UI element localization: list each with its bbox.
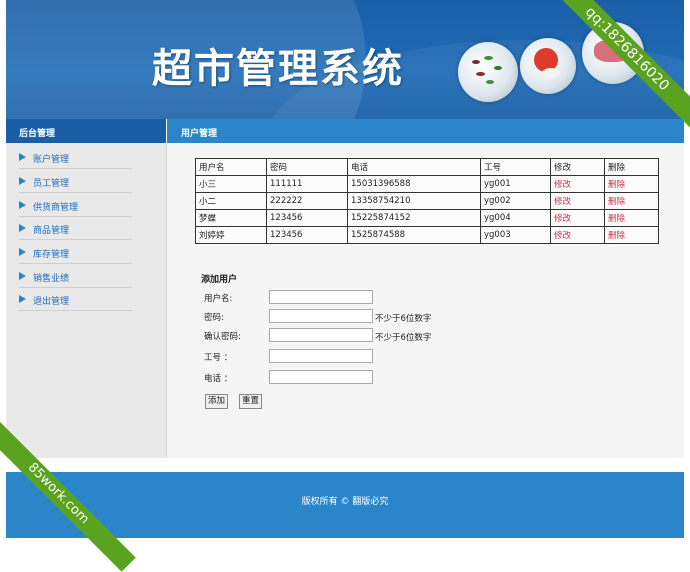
cell-password: 111111	[266, 175, 348, 193]
empno-input[interactable]	[269, 349, 373, 363]
cell-empno: yg002	[480, 192, 551, 210]
sidebar-item-label: 库存管理	[33, 250, 70, 260]
column-header: 修改	[550, 158, 605, 176]
arrow-right-icon	[19, 201, 26, 209]
edit-link[interactable]: 修改	[550, 192, 605, 210]
footer: 版权所有 © 翻版必究	[6, 472, 684, 538]
app-title: 超市管理系统	[152, 46, 404, 92]
table-row: 小二 222222 13358754210 yg002 修改 删除	[195, 192, 659, 210]
sidebar-item-sales[interactable]: 销售业绩	[19, 264, 132, 288]
cell-username: 小三	[195, 175, 267, 193]
edit-link[interactable]: 修改	[550, 209, 605, 227]
banner-plate-tomato	[520, 38, 576, 94]
cell-password: 123456	[266, 226, 348, 244]
arrow-right-icon	[19, 295, 26, 303]
sidebar-item-label: 账户管理	[33, 155, 70, 165]
cell-username: 小二	[195, 192, 267, 210]
users-table: 用户名 密码 电话 工号 修改 删除 小三 111111 15031396588…	[195, 158, 659, 244]
arrow-right-icon	[19, 224, 26, 232]
sidebar-item-label: 供货商管理	[33, 203, 79, 213]
page-frame: 超市管理系统 后台管理 用户管理 账户管理 员工管理 供货商管理 商品管理 库存…	[6, 0, 684, 538]
sidebar-item-logout[interactable]: 退出管理	[19, 287, 132, 311]
username-label: 用户名:	[204, 294, 233, 304]
sidebar-item-label: 员工管理	[33, 179, 70, 189]
table-header-row: 用户名 密码 电话 工号 修改 删除	[195, 158, 659, 176]
sidebar-item-label: 退出管理	[33, 297, 70, 307]
arrow-right-icon	[19, 177, 26, 185]
sidebar-item-staff[interactable]: 员工管理	[19, 169, 132, 193]
delete-link[interactable]: 删除	[604, 226, 659, 244]
phone-label: 电话 ：	[204, 374, 233, 384]
cell-username: 刘婷婷	[195, 226, 267, 244]
table-row: 梦蝶 123456 15225874152 yg004 修改 删除	[195, 209, 659, 227]
cell-empno: yg001	[480, 175, 551, 193]
arrow-right-icon	[19, 248, 26, 256]
sidebar-item-accounts[interactable]: 账户管理	[19, 145, 132, 169]
reset-button[interactable]: 重置	[239, 394, 263, 409]
cell-password: 123456	[266, 209, 348, 227]
delete-link[interactable]: 删除	[604, 175, 659, 193]
main-content: 用户名 密码 电话 工号 修改 删除 小三 111111 15031396588…	[167, 143, 684, 458]
cell-username: 梦蝶	[195, 209, 267, 227]
sidebar-item-suppliers[interactable]: 供货商管理	[19, 193, 132, 217]
password-hint: 不少于6位数字	[375, 314, 432, 324]
section-bar: 后台管理 用户管理	[6, 119, 684, 143]
phone-input[interactable]	[269, 370, 373, 384]
section-divider	[166, 119, 167, 143]
edit-link[interactable]: 修改	[550, 226, 605, 244]
column-header: 工号	[480, 158, 551, 176]
password-label: 密码:	[204, 313, 224, 323]
add-user-title: 添加用户	[201, 275, 238, 285]
column-header: 用户名	[195, 158, 267, 176]
copyright-text: 版权所有 © 翻版必究	[301, 497, 389, 507]
cell-phone: 13358754210	[347, 192, 481, 210]
cell-empno: yg003	[480, 226, 551, 244]
sidebar-title: 后台管理	[19, 129, 56, 139]
column-header: 电话	[347, 158, 481, 176]
add-button[interactable]: 添加	[205, 394, 229, 409]
cell-phone: 1525874588	[347, 226, 481, 244]
sidebar-item-products[interactable]: 商品管理	[19, 216, 132, 240]
table-row: 小三 111111 15031396588 yg001 修改 删除	[195, 175, 659, 193]
cell-phone: 15031396588	[347, 175, 481, 193]
username-input[interactable]	[269, 290, 373, 304]
sidebar-item-label: 销售业绩	[33, 274, 70, 284]
confirm-password-hint: 不少于6位数字	[375, 333, 432, 343]
column-header: 密码	[266, 158, 348, 176]
password-input[interactable]	[269, 309, 373, 323]
content-title: 用户管理	[181, 129, 218, 139]
edit-link[interactable]: 修改	[550, 175, 605, 193]
sidebar-item-inventory[interactable]: 库存管理	[19, 240, 132, 264]
arrow-right-icon	[19, 153, 26, 161]
cell-empno: yg004	[480, 209, 551, 227]
column-header: 删除	[604, 158, 659, 176]
arrow-right-icon	[19, 272, 26, 280]
delete-link[interactable]: 删除	[604, 209, 659, 227]
empno-label: 工号 ：	[204, 353, 233, 363]
table-row: 刘婷婷 123456 1525874588 yg003 修改 删除	[195, 226, 659, 244]
cell-phone: 15225874152	[347, 209, 481, 227]
cell-password: 222222	[266, 192, 348, 210]
sidebar: 账户管理 员工管理 供货商管理 商品管理 库存管理 销售业绩 退出管理	[6, 143, 167, 458]
banner-plate-pills	[458, 42, 518, 102]
confirm-password-input[interactable]	[269, 328, 373, 342]
confirm-password-label: 确认密码:	[204, 332, 241, 342]
delete-link[interactable]: 删除	[604, 192, 659, 210]
sidebar-item-label: 商品管理	[33, 226, 70, 236]
